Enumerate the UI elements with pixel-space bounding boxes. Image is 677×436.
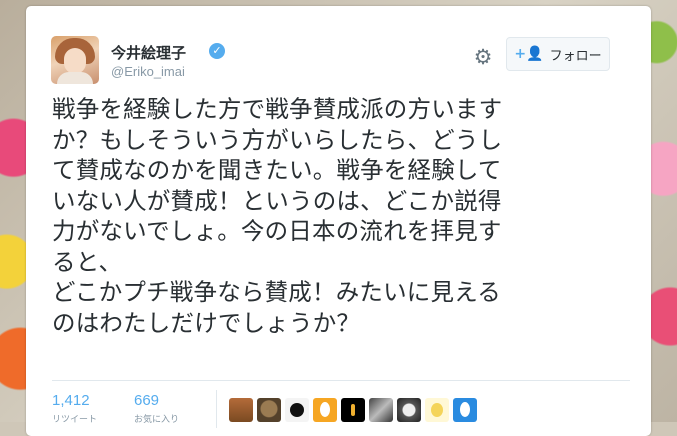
tweet-line: か？もしそういう方がいらしたら、どうし	[52, 125, 503, 154]
tweet-card: 今井絵理子 ✓ @Eriko_imai ⚙ +👤 フォロー 戦争を経験した方で戦…	[26, 6, 651, 436]
verified-badge-icon: ✓	[209, 43, 225, 59]
tweet-line: ると、	[52, 247, 123, 276]
tweet-line: て賛成なのかを聞きたい。戦争を経験して	[52, 156, 502, 184]
liker-avatar[interactable]	[229, 398, 253, 422]
avatar[interactable]	[51, 36, 99, 84]
liker-avatar[interactable]	[257, 398, 281, 422]
follow-button-label: フォロー	[549, 48, 602, 64]
tweet-line: 力がないでしょ。今の日本の流れを拝見す	[52, 217, 502, 245]
retweet-label: リツイート	[52, 415, 98, 425]
tweet-line: のはわたしだけでしょうか？	[52, 308, 361, 337]
stats-separator	[216, 390, 217, 428]
likers-avatars	[229, 398, 477, 422]
tweet-line: いない人が賛成！というのは、どこか説得	[52, 186, 502, 215]
profile-handle[interactable]: @Eriko_imai	[111, 64, 185, 79]
tweet-line: どこかプチ戦争なら賛成！みたいに見える	[52, 278, 501, 306]
divider	[52, 380, 630, 381]
liker-avatar[interactable]	[285, 398, 309, 422]
like-stat[interactable]: 669 お気に入り	[134, 392, 179, 425]
like-label: お気に入り	[134, 415, 180, 425]
tweet-line: 戦争を経験した方で戦争賛成派の方います	[52, 95, 503, 123]
retweet-count: 1,412	[52, 392, 90, 409]
tweet-text: 戦争を経験した方で戦争賛成派の方います か？もしそういう方がいらしたら、どうし …	[52, 94, 632, 338]
add-user-icon: +👤	[514, 46, 544, 62]
avatar-face	[64, 48, 86, 74]
retweet-stat[interactable]: 1,412 リツイート	[52, 392, 97, 425]
like-count: 669	[134, 392, 160, 409]
profile-name[interactable]: 今井絵理子	[111, 42, 186, 63]
liker-avatar[interactable]	[453, 398, 477, 422]
liker-avatar[interactable]	[397, 398, 421, 422]
liker-avatar[interactable]	[425, 398, 449, 422]
liker-avatar[interactable]	[313, 398, 337, 422]
follow-button[interactable]: +👤 フォロー	[506, 37, 610, 71]
liker-avatar[interactable]	[369, 398, 393, 422]
liker-avatar[interactable]	[341, 398, 365, 422]
avatar-body	[57, 72, 93, 84]
gear-icon[interactable]: ⚙	[472, 46, 494, 68]
